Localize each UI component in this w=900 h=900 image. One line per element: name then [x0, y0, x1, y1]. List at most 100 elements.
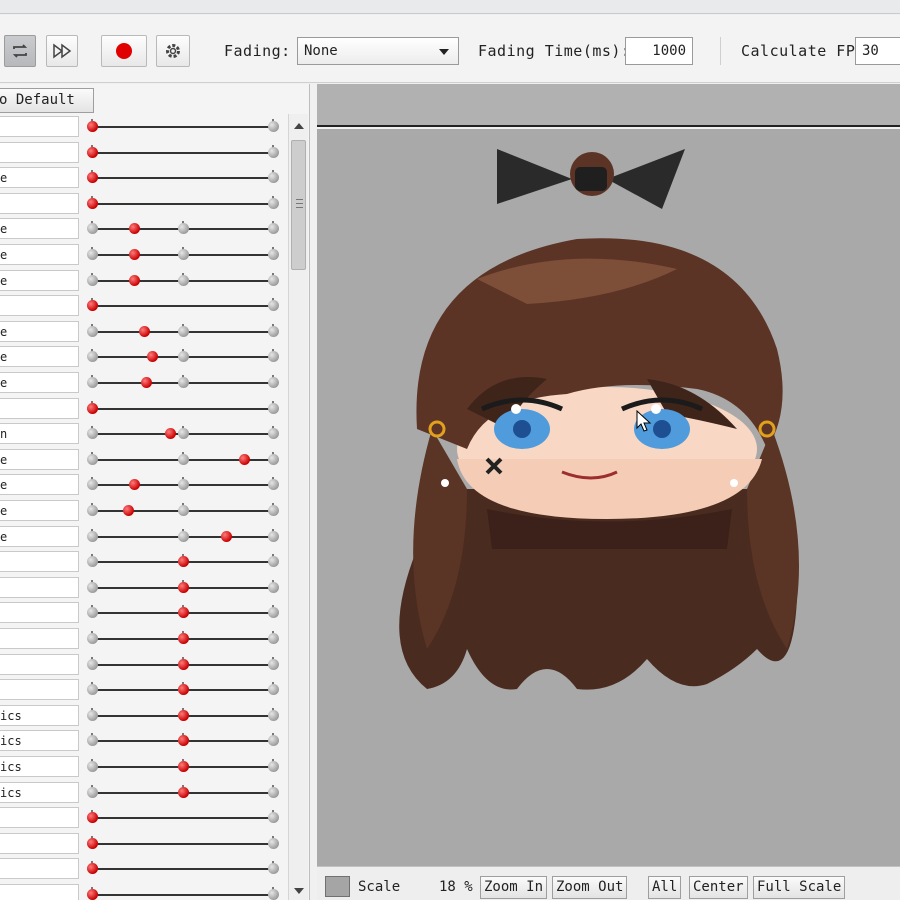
fps-input[interactable]: 30: [855, 37, 900, 65]
parameter-label: [0, 551, 79, 572]
parameter-slider[interactable]: [87, 785, 279, 798]
slider-knob[interactable]: [128, 249, 140, 260]
parameter-slider[interactable]: [87, 221, 279, 234]
fading-select[interactable]: None: [297, 37, 459, 65]
parameter-slider[interactable]: [87, 196, 279, 209]
slider-knob[interactable]: [87, 838, 98, 849]
parameter-slider[interactable]: [87, 349, 279, 362]
parameter-slider[interactable]: [87, 580, 279, 593]
loop-button[interactable]: [4, 35, 36, 67]
parameter-label: e: [0, 346, 79, 367]
slider-stop: [268, 505, 279, 516]
slider-stop: [87, 454, 98, 465]
slider-knob[interactable]: [177, 556, 189, 567]
slider-knob[interactable]: [177, 761, 189, 772]
slider-knob[interactable]: [139, 326, 151, 337]
slider-knob[interactable]: [239, 454, 251, 465]
record-button[interactable]: [101, 35, 147, 67]
viewer-header: [317, 84, 900, 127]
slider-stop: [177, 326, 189, 337]
slider-knob[interactable]: [123, 505, 135, 516]
slider-knob[interactable]: [128, 479, 140, 490]
parameter-slider[interactable]: [87, 247, 279, 260]
parameter-slider[interactable]: [87, 477, 279, 490]
slider-knob[interactable]: [177, 582, 189, 593]
parameter-slider[interactable]: [87, 733, 279, 746]
parameter-slider[interactable]: [87, 452, 279, 465]
parameter-slider[interactable]: [87, 298, 279, 311]
parameter-slider[interactable]: [87, 810, 279, 823]
show-all-button[interactable]: All: [648, 876, 682, 899]
slider-knob[interactable]: [177, 684, 189, 695]
parameter-list: e e e e e e e n e e e e ics ics ics ics: [0, 114, 288, 900]
slider-knob[interactable]: [128, 275, 140, 286]
parameter-scrollbar[interactable]: [288, 114, 308, 900]
parameter-slider[interactable]: [87, 273, 279, 286]
slider-knob[interactable]: [87, 889, 98, 900]
reset-default-button[interactable]: o Default: [0, 88, 94, 113]
parameter-slider[interactable]: [87, 631, 279, 644]
scale-value: 18 %: [439, 879, 473, 895]
model-viewer[interactable]: [317, 129, 900, 866]
slider-knob[interactable]: [141, 377, 153, 388]
slider-knob[interactable]: [87, 863, 98, 874]
parameter-slider[interactable]: [87, 375, 279, 388]
parameter-row: [0, 575, 288, 600]
zoom-out-button[interactable]: Zoom Out: [552, 876, 628, 899]
scale-label: Scale: [358, 879, 401, 895]
parameter-slider[interactable]: [87, 119, 279, 132]
parameter-slider[interactable]: [87, 145, 279, 158]
parameter-slider[interactable]: [87, 503, 279, 516]
scroll-up-icon[interactable]: [294, 123, 304, 129]
parameter-slider[interactable]: [87, 605, 279, 618]
slider-knob[interactable]: [128, 223, 140, 234]
slider-knob[interactable]: [164, 428, 176, 439]
parameter-row: ics: [0, 754, 288, 779]
parameter-slider[interactable]: [87, 426, 279, 439]
slider-knob[interactable]: [87, 403, 98, 414]
parameter-slider[interactable]: [87, 759, 279, 772]
parameter-slider[interactable]: [87, 529, 279, 542]
slider-knob[interactable]: [177, 633, 189, 644]
scroll-thumb[interactable]: [291, 140, 306, 270]
slider-knob[interactable]: [87, 812, 98, 823]
parameter-slider[interactable]: [87, 170, 279, 183]
slider-stop: [268, 812, 279, 823]
parameter-slider[interactable]: [87, 861, 279, 874]
slider-knob[interactable]: [87, 300, 98, 311]
slider-knob[interactable]: [177, 735, 189, 746]
parameter-row: [0, 677, 288, 702]
parameter-slider[interactable]: [87, 401, 279, 414]
parameter-slider[interactable]: [87, 682, 279, 695]
slider-knob[interactable]: [220, 531, 232, 542]
fast-forward-button[interactable]: [46, 35, 78, 67]
full-scale-button[interactable]: Full Scale: [753, 876, 846, 899]
scroll-down-icon[interactable]: [294, 888, 304, 894]
parameter-slider[interactable]: [87, 554, 279, 567]
slider-stop: [177, 479, 189, 490]
center-button[interactable]: Center: [689, 876, 748, 899]
parameter-slider[interactable]: [87, 887, 279, 900]
slider-knob[interactable]: [177, 607, 189, 618]
slider-knob[interactable]: [177, 787, 189, 798]
parameter-label: [0, 628, 79, 649]
background-color-swatch[interactable]: [325, 876, 350, 897]
slider-stop: [87, 659, 98, 670]
slider-knob[interactable]: [87, 198, 98, 209]
slider-knob[interactable]: [87, 147, 98, 158]
slider-stop: [87, 787, 98, 798]
slider-knob[interactable]: [87, 172, 98, 183]
parameter-label: [0, 295, 79, 316]
slider-knob[interactable]: [177, 659, 189, 670]
slider-stop: [268, 684, 279, 695]
parameter-slider[interactable]: [87, 657, 279, 670]
parameter-slider[interactable]: [87, 708, 279, 721]
fading-time-input[interactable]: 1000: [625, 37, 693, 65]
parameter-slider[interactable]: [87, 324, 279, 337]
slider-knob[interactable]: [177, 710, 189, 721]
parameter-slider[interactable]: [87, 836, 279, 849]
settings-button[interactable]: [156, 35, 190, 67]
zoom-in-button[interactable]: Zoom In: [480, 876, 548, 899]
slider-knob[interactable]: [87, 121, 98, 132]
slider-knob[interactable]: [146, 351, 158, 362]
